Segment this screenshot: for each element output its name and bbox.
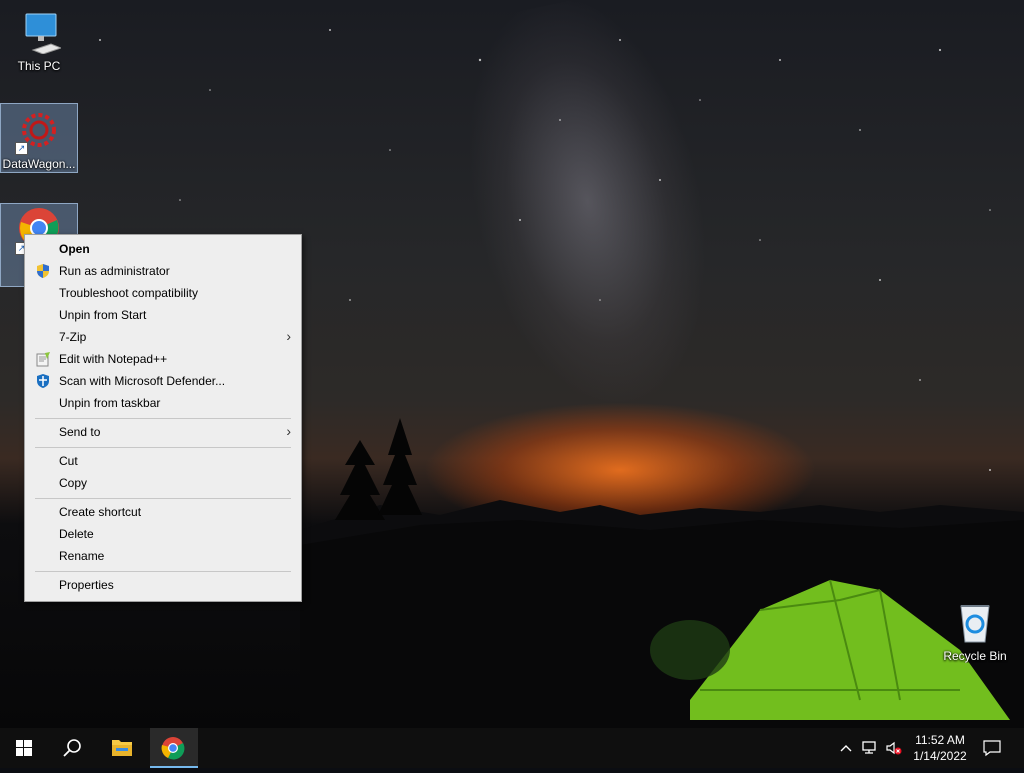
- menu-item-label: 7-Zip: [59, 330, 87, 344]
- clock-date: 1/14/2022: [913, 749, 967, 763]
- clock[interactable]: 11:52 AM 1/14/2022: [910, 732, 970, 764]
- start-button[interactable]: [0, 728, 48, 768]
- defender-shield-icon: [37, 374, 49, 388]
- this-pc-icon[interactable]: This PC: [0, 8, 78, 78]
- trash-icon: [960, 605, 990, 643]
- notepad-plus-plus-icon: [36, 352, 50, 367]
- chevron-up-icon: [840, 745, 852, 752]
- datawagon-label: DataWagon...: [2, 157, 76, 171]
- search-icon: [63, 739, 81, 757]
- menu-item-open[interactable]: Open: [25, 238, 301, 260]
- windows-logo-icon: [16, 740, 32, 756]
- menu-item-send-to[interactable]: Send to ›: [25, 421, 301, 443]
- menu-item-label: Scan with Microsoft Defender...: [59, 374, 226, 388]
- menu-item-label: Unpin from Start: [59, 308, 147, 322]
- menu-item-run-as-admin[interactable]: Run as administrator: [25, 260, 301, 282]
- menu-item-defender[interactable]: Scan with Microsoft Defender...: [25, 370, 301, 392]
- menu-item-create-shortcut[interactable]: Create shortcut: [25, 501, 301, 523]
- chevron-right-icon: ›: [286, 328, 291, 344]
- menu-item-label: Edit with Notepad++: [59, 352, 168, 366]
- menu-item-label: Rename: [59, 549, 105, 563]
- menu-item-7zip[interactable]: 7-Zip ›: [25, 326, 301, 348]
- datawagon-icon[interactable]: ↗ DataWagon...: [0, 103, 78, 173]
- clock-time: 11:52 AM: [915, 733, 965, 747]
- menu-item-label: Cut: [59, 454, 78, 468]
- menu-item-label: Open: [59, 242, 90, 256]
- menu-item-label: Unpin from taskbar: [59, 396, 161, 410]
- chrome-taskbar-button[interactable]: [150, 728, 198, 768]
- recycle-bin-icon[interactable]: Recycle Bin: [940, 600, 1010, 670]
- menu-item-label: Send to: [59, 425, 101, 439]
- folder-icon: [112, 740, 132, 756]
- chrome-icon: [161, 737, 185, 760]
- menu-item-label: Delete: [59, 527, 94, 541]
- menu-item-copy[interactable]: Copy: [25, 472, 301, 494]
- menu-separator: [35, 571, 291, 572]
- chevron-right-icon: ›: [286, 423, 291, 439]
- menu-item-unpin-start[interactable]: Unpin from Start: [25, 304, 301, 326]
- menu-separator: [35, 418, 291, 419]
- menu-item-cut[interactable]: Cut: [25, 450, 301, 472]
- menu-item-notepadpp[interactable]: Edit with Notepad++: [25, 348, 301, 370]
- volume-muted-icon: [886, 741, 902, 755]
- network-icon: [862, 741, 876, 754]
- menu-item-label: Copy: [59, 476, 88, 490]
- menu-item-delete[interactable]: Delete: [25, 523, 301, 545]
- action-center-button[interactable]: [982, 738, 1002, 761]
- this-pc-label: This PC: [17, 59, 61, 73]
- uac-shield-icon: [37, 264, 49, 278]
- menu-item-label: Run as administrator: [59, 264, 170, 278]
- taskbar: 11:52 AM 1/14/2022: [0, 728, 1024, 768]
- menu-item-troubleshoot[interactable]: Troubleshoot compatibility: [25, 282, 301, 304]
- context-menu: Open Run as administrator Troubleshoot c…: [24, 234, 302, 602]
- menu-item-rename[interactable]: Rename: [25, 545, 301, 567]
- menu-separator: [35, 498, 291, 499]
- menu-item-unpin-taskbar[interactable]: Unpin from taskbar: [25, 392, 301, 414]
- notification-icon: [983, 740, 1001, 757]
- menu-separator: [35, 447, 291, 448]
- volume-tray-icon[interactable]: [884, 738, 904, 761]
- recycle-bin-label: Recycle Bin: [943, 649, 1007, 663]
- show-hidden-icons-button[interactable]: [838, 738, 854, 761]
- search-button[interactable]: [48, 728, 96, 768]
- shortcut-arrow-icon: ↗: [15, 142, 28, 155]
- network-tray-icon[interactable]: [860, 738, 880, 761]
- menu-item-label: Properties: [59, 578, 114, 592]
- menu-item-properties[interactable]: Properties: [25, 574, 301, 596]
- menu-item-label: Create shortcut: [59, 505, 142, 519]
- file-explorer-button[interactable]: [98, 728, 146, 768]
- computer-icon: [25, 13, 63, 55]
- menu-item-label: Troubleshoot compatibility: [59, 286, 198, 300]
